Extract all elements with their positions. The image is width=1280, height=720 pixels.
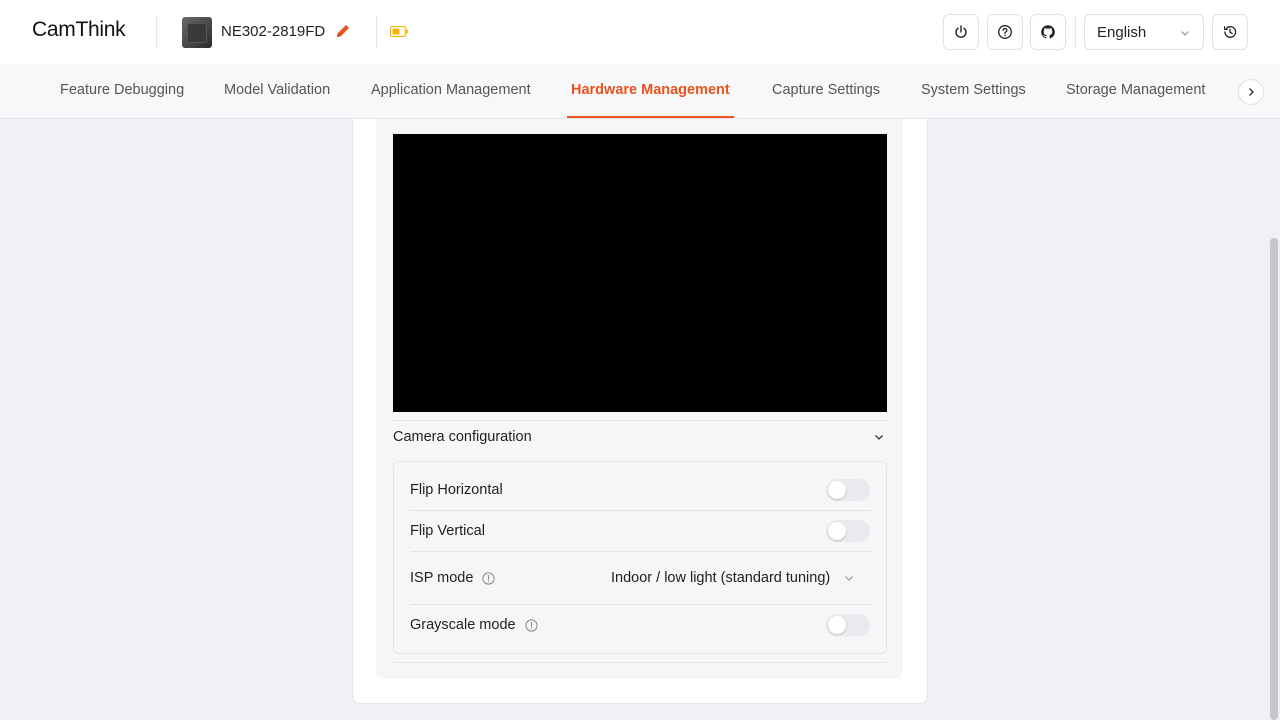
flip-vertical-label: Flip Vertical <box>410 523 485 539</box>
language-select[interactable]: English <box>1084 14 1204 50</box>
tab-feature-debugging[interactable]: Feature Debugging <box>60 64 184 118</box>
nav-scroll-right-button[interactable] <box>1238 79 1264 105</box>
github-button[interactable] <box>1030 14 1066 50</box>
flip-vertical-toggle[interactable] <box>826 520 870 542</box>
camera-config-title[interactable]: Camera configuration <box>393 429 532 445</box>
info-icon[interactable] <box>525 619 538 632</box>
device-name: NE302-2819FD <box>221 23 326 40</box>
language-value: English <box>1097 23 1147 41</box>
tab-hardware-management[interactable]: Hardware Management <box>567 64 734 118</box>
device-thumbnail <box>182 17 212 48</box>
power-button[interactable] <box>943 14 979 50</box>
info-icon[interactable] <box>482 572 495 585</box>
row-divider <box>410 510 871 511</box>
help-button[interactable] <box>987 14 1023 50</box>
camera-preview <box>393 134 887 412</box>
history-icon <box>1223 26 1237 38</box>
grayscale-mode-toggle[interactable] <box>826 614 870 636</box>
chevron-down-icon <box>1181 31 1189 36</box>
main-nav: Feature Debugging Model Validation Appli… <box>0 64 1280 119</box>
tab-model-validation[interactable]: Model Validation <box>224 64 330 118</box>
page-scrollbar-thumb[interactable] <box>1270 238 1278 720</box>
github-icon <box>1041 25 1055 39</box>
flip-horizontal-toggle[interactable] <box>826 479 870 501</box>
history-button[interactable] <box>1212 14 1248 50</box>
grayscale-mode-label: Grayscale mode <box>410 617 516 633</box>
top-header: CamThink NE302-2819FD English <box>0 0 1280 64</box>
battery-icon <box>390 26 408 37</box>
help-icon <box>998 25 1012 39</box>
camthink-logo[interactable]: CamThink <box>32 18 126 42</box>
header-divider <box>156 16 157 48</box>
header-divider <box>1075 16 1076 48</box>
isp-mode-select[interactable]: Indoor / low light (standard tuning) <box>611 570 830 586</box>
edit-icon[interactable] <box>335 23 351 39</box>
logo-text: CamThink <box>32 18 126 41</box>
header-divider <box>376 16 377 48</box>
section-divider <box>393 420 887 421</box>
tab-capture-settings[interactable]: Capture Settings <box>772 64 880 118</box>
isp-mode-label: ISP mode <box>410 570 474 586</box>
section-divider <box>393 662 887 663</box>
power-icon <box>955 25 967 38</box>
tab-storage-management[interactable]: Storage Management <box>1066 64 1205 118</box>
chevron-down-icon[interactable] <box>843 572 855 584</box>
row-divider <box>410 604 871 605</box>
tab-system-settings[interactable]: System Settings <box>921 64 1026 118</box>
row-divider <box>410 551 871 552</box>
chevron-down-icon[interactable] <box>873 431 885 443</box>
chevron-right-icon <box>1249 88 1254 96</box>
tab-application-management[interactable]: Application Management <box>371 64 531 118</box>
flip-horizontal-label: Flip Horizontal <box>410 482 503 498</box>
